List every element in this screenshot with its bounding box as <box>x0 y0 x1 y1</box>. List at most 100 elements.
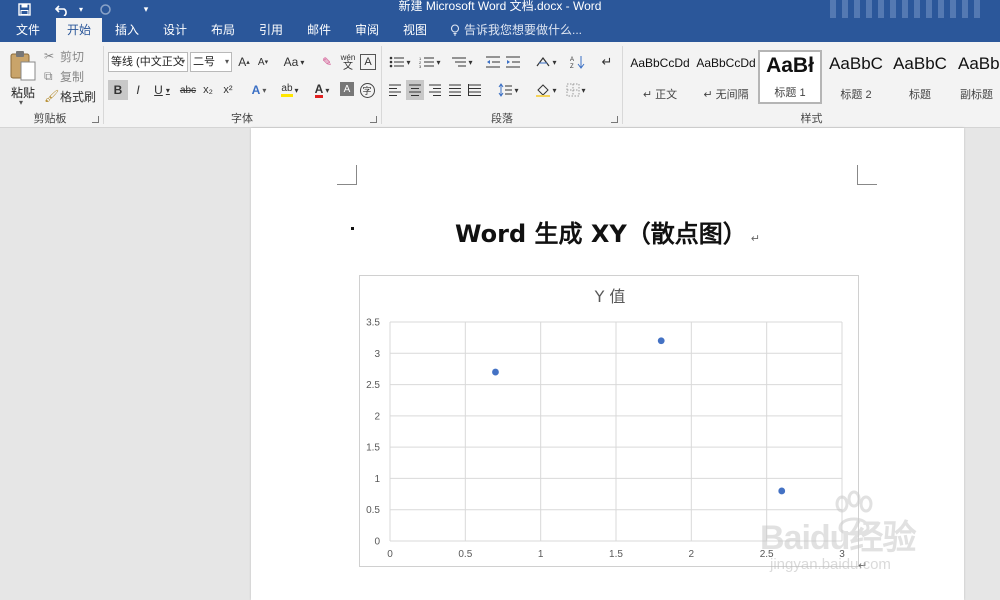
borders-button[interactable]: ▾ <box>562 80 590 100</box>
bold-button[interactable]: B <box>108 80 128 100</box>
grow-font-button[interactable]: A ▴ <box>236 52 252 72</box>
ribbon-home: 粘贴 ▾ ✂ 剪切 ⧉ 复制 🖌 格式刷 剪贴板 等线 (中文正文 ▾ 二号 ▾ A ▴ A… <box>0 42 1000 128</box>
paint-bucket-icon <box>536 84 551 97</box>
style-heading-2[interactable]: AaBbC 标题 2 <box>826 50 886 104</box>
font-color-icon: A <box>314 81 324 98</box>
sort-button[interactable]: AZ <box>568 52 588 72</box>
paste-dropdown-icon: ▾ <box>19 98 24 107</box>
x-tick-label: 1.5 <box>609 549 623 560</box>
y-tick-label: 2 <box>374 411 380 422</box>
chevron-down-icon: ▾ <box>224 57 229 66</box>
char-shading-button[interactable]: A <box>340 82 354 96</box>
y-tick-label: 1.5 <box>366 443 380 454</box>
bullets-button[interactable]: ▾ <box>386 52 414 72</box>
watermark-url: jingyan.baidu.com <box>770 556 891 573</box>
document-heading[interactable]: Word 生成 XY（散点图） ↵ <box>251 214 964 249</box>
chinese-layout-button[interactable]: ▾ <box>532 52 560 72</box>
clipboard-launcher-icon[interactable] <box>92 116 99 123</box>
tab-home[interactable]: 开始 <box>56 18 102 42</box>
style-title[interactable]: AaBbC 标题 <box>890 50 950 104</box>
phonetic-guide-button[interactable]: wén 文 <box>338 52 358 72</box>
justify-icon <box>449 84 461 96</box>
shrink-font-button[interactable]: A ▾ <box>255 52 271 72</box>
justify-button[interactable] <box>446 80 464 100</box>
paragraph-launcher-icon[interactable] <box>611 116 618 123</box>
paragraph-group-label: 段落 <box>491 113 513 125</box>
enclose-char-button[interactable]: 字 <box>358 80 376 100</box>
title-bar: ▾ ▾ 新建 Microsoft Word 文档.docx - Word <box>0 0 1000 18</box>
tab-references[interactable]: 引用 <box>250 18 292 42</box>
tab-file[interactable]: 文件 <box>8 18 48 42</box>
clear-format-icon[interactable]: ✎ <box>318 52 336 72</box>
watermark: Baidu经验 jingyan.baidu.com <box>760 490 970 590</box>
svg-text:A: A <box>570 57 574 63</box>
font-group-label: 字体 <box>231 113 253 125</box>
data-point <box>657 337 665 345</box>
data-point <box>492 368 499 376</box>
borders-icon <box>566 83 580 97</box>
numbering-icon: 123 <box>419 56 435 68</box>
change-case-button[interactable]: Aa ▾ <box>280 52 308 72</box>
show-marks-button[interactable]: ↵ <box>598 52 616 72</box>
y-tick-label: 3.5 <box>366 318 380 329</box>
clipboard-group-label: 剪贴板 <box>33 113 67 125</box>
tab-mailings[interactable]: 邮件 <box>298 18 340 42</box>
line-spacing-button[interactable]: ▾ <box>494 80 522 100</box>
distributed-button[interactable] <box>466 80 484 100</box>
chinese-layout-icon <box>537 57 550 67</box>
paste-button[interactable]: 粘贴 ▾ <box>5 48 41 107</box>
tab-review[interactable]: 审阅 <box>346 18 388 42</box>
watermark-text: Baidu经验 <box>760 519 916 557</box>
font-color-button[interactable]: A ▾ <box>308 80 336 100</box>
y-tick-label: 1 <box>374 474 380 485</box>
superscript-button[interactable]: x² <box>220 80 236 100</box>
styles-group-label: 样式 <box>800 113 823 125</box>
x-tick-label: 2 <box>689 549 695 560</box>
char-border-button[interactable]: A <box>360 54 376 70</box>
style-heading-1[interactable]: AaBł 标题 1 <box>758 50 822 104</box>
y-tick-label: 3 <box>374 349 380 360</box>
shading-button[interactable]: ▾ <box>532 80 560 100</box>
cut-button[interactable]: ✂ 剪切 <box>44 46 88 66</box>
copy-button[interactable]: ⧉ 复制 <box>44 66 88 86</box>
highlight-button[interactable]: ab ▾ <box>276 80 304 100</box>
lightbulb-icon <box>450 20 460 36</box>
align-center-button[interactable] <box>406 80 424 100</box>
brush-icon: 🖌 <box>44 89 60 103</box>
tab-layout[interactable]: 布局 <box>202 18 244 42</box>
tab-design[interactable]: 设计 <box>154 18 196 42</box>
font-launcher-icon[interactable] <box>370 116 377 123</box>
enclose-icon: 字 <box>359 82 375 98</box>
chevron-down-icon: ▾ <box>180 57 185 66</box>
numbering-button[interactable]: 1 2 3 ▾ <box>416 52 444 72</box>
tell-me-text: 告诉我您想要做什么... <box>464 23 583 37</box>
font-name-combo[interactable]: 等线 (中文正文 ▾ <box>108 52 188 72</box>
chart-title: Y 值 <box>594 287 626 306</box>
format-painter-button[interactable]: 🖌 格式刷 <box>44 86 98 106</box>
tab-insert[interactable]: 插入 <box>106 18 148 42</box>
text-effects-button[interactable]: A ▾ <box>246 80 272 100</box>
font-size-combo[interactable]: 二号 ▾ <box>190 52 232 72</box>
pilcrow-icon: ↵ <box>601 54 613 69</box>
sort-icon: AZ <box>570 56 585 69</box>
align-left-icon <box>389 84 401 96</box>
crop-mark-top-left <box>337 165 357 185</box>
subscript-button[interactable]: x₂ <box>200 80 216 100</box>
style-no-spacing[interactable]: AaBbCcDd ↵ 无间隔 <box>694 50 758 104</box>
increase-indent-button[interactable] <box>504 52 522 72</box>
decrease-indent-icon <box>486 56 500 68</box>
align-right-icon <box>429 84 441 96</box>
increase-indent-icon <box>506 56 520 68</box>
tell-me-box[interactable]: 告诉我您想要做什么... <box>450 18 582 42</box>
italic-button[interactable]: I <box>130 80 146 100</box>
decrease-indent-button[interactable] <box>484 52 502 72</box>
tab-view[interactable]: 视图 <box>394 18 436 42</box>
underline-button[interactable]: U ▾ <box>149 80 175 100</box>
strikethrough-button[interactable]: abc <box>178 80 198 100</box>
align-left-button[interactable] <box>386 80 404 100</box>
ribbon-tabs: 文件 开始 插入 设计 布局 引用 邮件 审阅 视图 告诉我您想要做什么... <box>0 18 1000 42</box>
style-normal[interactable]: AaBbCcDd ↵ 正文 <box>628 50 692 104</box>
style-subtitle[interactable]: AaBb 副标题 <box>954 50 1000 104</box>
multilevel-list-button[interactable]: ▾ <box>448 52 476 72</box>
align-right-button[interactable] <box>426 80 444 100</box>
